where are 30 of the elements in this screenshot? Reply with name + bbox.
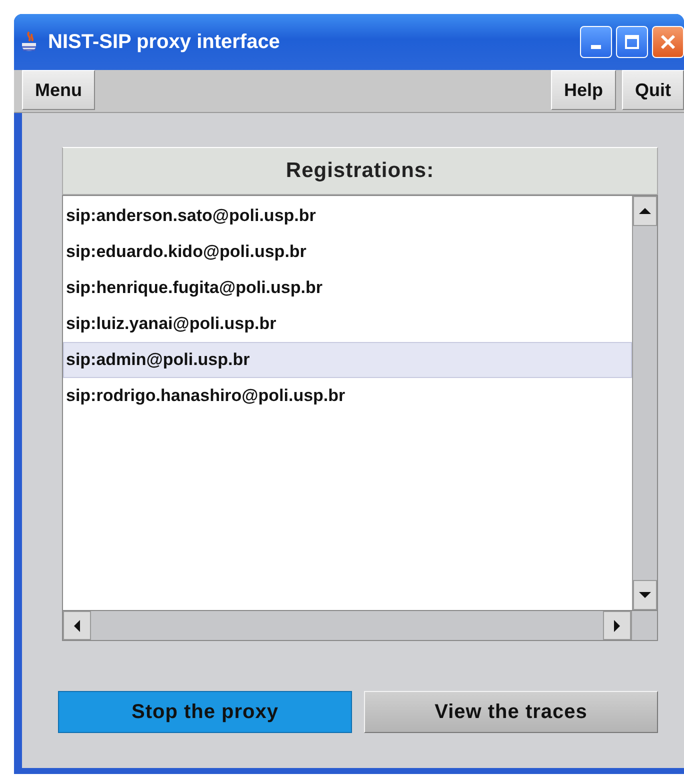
scroll-up-button[interactable]	[633, 196, 657, 226]
window-title: NIST-SIP proxy interface	[48, 30, 281, 54]
action-button[interactable]: Stop the proxy	[58, 691, 352, 733]
menu-button[interactable]: Help	[550, 70, 616, 110]
maximize-button[interactable]	[616, 26, 648, 58]
scrollbar-corner	[631, 611, 657, 640]
close-icon	[660, 34, 676, 50]
maximize-icon	[624, 34, 640, 50]
scroll-down-button[interactable]	[633, 580, 657, 610]
list-item[interactable]: sip:eduardo.kido@poli.usp.br	[63, 234, 632, 270]
list-item[interactable]: sip:admin@poli.usp.br	[63, 342, 632, 378]
menu-button[interactable]: Menu	[22, 70, 95, 110]
list-item[interactable]: sip:rodrigo.hanashiro@poli.usp.br	[63, 378, 632, 414]
horizontal-scrollbar[interactable]	[63, 611, 631, 640]
minimize-button[interactable]	[580, 26, 612, 58]
action-button[interactable]: View the traces	[364, 691, 658, 733]
close-button[interactable]	[652, 26, 684, 58]
list-item[interactable]: sip:luiz.yanai@poli.usp.br	[63, 306, 632, 342]
scroll-right-button[interactable]	[603, 611, 631, 640]
right-arrow-icon	[612, 618, 622, 632]
list-item[interactable]: sip:henrique.fugita@poli.usp.br	[63, 270, 632, 306]
minimize-icon	[591, 45, 601, 49]
down-arrow-icon	[638, 590, 652, 600]
vertical-scrollbar[interactable]	[632, 196, 657, 610]
list-item[interactable]: sip:anderson.sato@poli.usp.br	[63, 198, 632, 234]
left-arrow-icon	[72, 618, 82, 632]
up-arrow-icon	[638, 206, 652, 216]
list-header: Registrations:	[62, 147, 658, 195]
menu-button[interactable]: Quit	[622, 70, 684, 110]
scroll-left-button[interactable]	[63, 611, 91, 640]
